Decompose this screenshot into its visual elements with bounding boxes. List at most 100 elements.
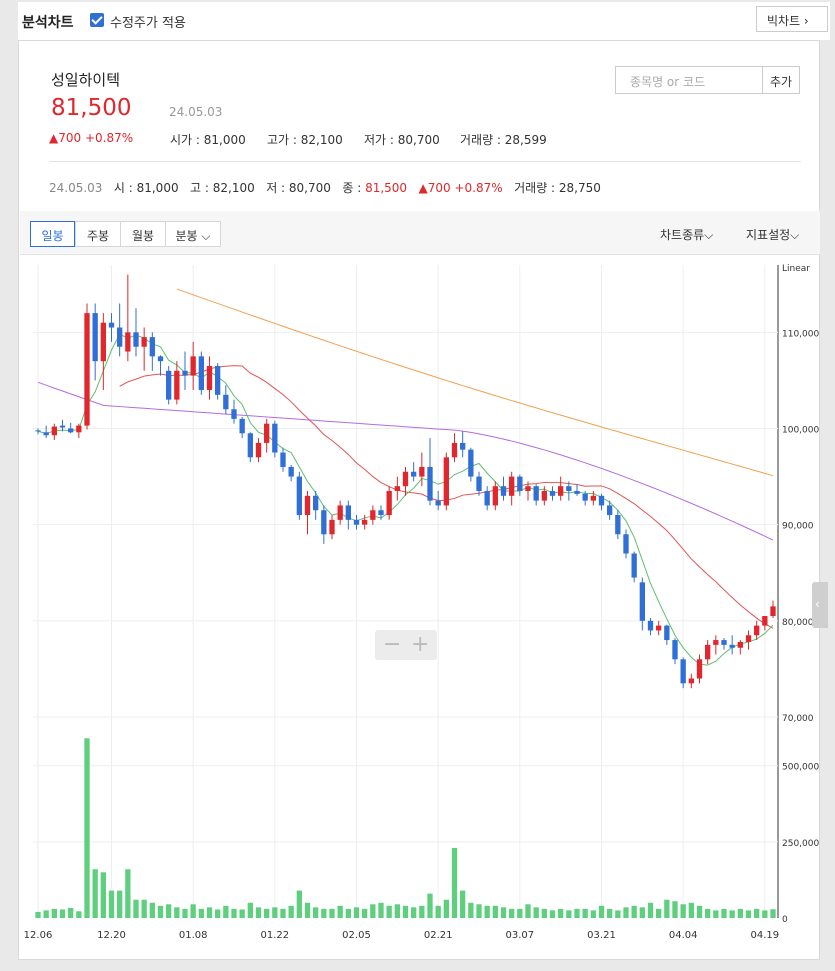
volume-bar [590,910,596,918]
volume-bar [443,899,449,918]
volume-bar [623,907,629,918]
volume-bar [231,908,237,918]
candle-body [386,491,392,516]
volume-bar [76,911,82,918]
candle-body [304,495,311,516]
volume-bar [607,908,613,918]
volume-tick-label: 250,000 [782,839,819,849]
volume-bar [206,907,213,918]
candle-body [337,505,343,520]
volume-bar [705,908,711,918]
candle-body [705,644,711,660]
y-scale-label: Linear [782,264,810,274]
volume-bar [280,908,286,918]
volume-bar [108,890,115,918]
candle-body [345,505,351,520]
side-panel-toggle[interactable]: ‹ [812,582,828,628]
volume-bar [468,902,474,918]
volume-bar [100,872,106,918]
volume-bar [386,905,392,918]
volume-bar [59,909,66,918]
volume-bar [737,908,743,918]
volume-bar [157,905,164,918]
candle-body [215,365,221,395]
x-tick-label: 02.05 [342,930,371,941]
candle-body [223,394,229,410]
volume-bar [558,908,564,918]
candle-body [166,370,172,400]
candle-body [125,332,131,352]
x-tick-label: 04.04 [669,930,698,941]
volume-bar [288,905,294,918]
volume-bar [656,908,662,918]
volume-bar [125,869,131,918]
candle-body [500,486,507,496]
volume-bar [117,890,123,918]
x-tick-label: 12.06 [24,930,53,941]
analysis-chart-page: 분석차트 수정주가 적용 빅차트 › 성일하이텍 81,500 24.05.03… [0,0,835,971]
volume-bar [615,910,621,918]
volume-bar [484,905,490,918]
candle-body [427,466,433,501]
candle-body [84,313,90,426]
volume-bar [198,908,204,918]
volume-bar [688,902,694,918]
candle-body [713,640,719,645]
candle-body [51,426,57,436]
volume-bar [427,893,433,918]
x-tick-label: 03.21 [587,930,616,941]
candle-body [247,433,253,458]
zoom-out-button[interactable]: − [383,632,401,657]
candle-body [721,640,727,645]
candle-body [117,327,123,347]
y-tick-label: 80,000 [782,618,814,628]
x-tick-label: 01.22 [261,930,290,941]
volume-bar [451,847,458,918]
candle-body [672,640,678,660]
volume-bar [166,904,172,918]
volume-bar [239,909,245,918]
volume-bar [84,738,90,918]
candle-body [590,495,596,501]
candle-body [574,491,580,494]
candle-body [198,356,204,391]
candle-body [362,519,368,525]
zoom-control: − + [375,630,437,660]
volume-bar [51,908,57,918]
candle-body [43,432,49,436]
volume-bar [337,905,343,918]
volume-bar [566,910,572,918]
volume-bar [664,899,670,918]
candle-body [35,430,41,432]
volume-bar [296,890,302,918]
volume-bar [631,905,637,918]
volume-bar [247,902,253,918]
candle-body [770,606,776,617]
volume-bar [149,902,155,918]
candle-body [656,625,662,631]
volume-tick-label: 0 [782,915,788,925]
zoom-in-button[interactable]: + [411,632,429,657]
volume-bar [321,908,327,918]
volume-bar [329,908,335,918]
candle-body [141,337,147,347]
volume-bar [639,907,645,918]
candle-body [631,553,637,578]
candle-body [468,449,474,477]
x-tick-label: 03.07 [506,930,535,941]
volume-bar [272,907,278,918]
candlestick-chart[interactable]: 12.06 12.20 01.08 01.22 02.05 02.21 03.07 03.21… [0,0,835,971]
candle-body [206,365,213,391]
volume-bar [304,902,311,918]
candle-body [639,582,645,621]
volume-bar [378,902,384,918]
volume-bar [672,901,678,918]
candle-body [688,678,694,684]
candle-body [100,322,106,362]
volume-bar [435,905,441,918]
candle-body [754,625,760,636]
plot-area [33,265,778,918]
candle-body [745,635,752,642]
volume-bar [43,910,49,918]
candle-body [59,425,66,428]
